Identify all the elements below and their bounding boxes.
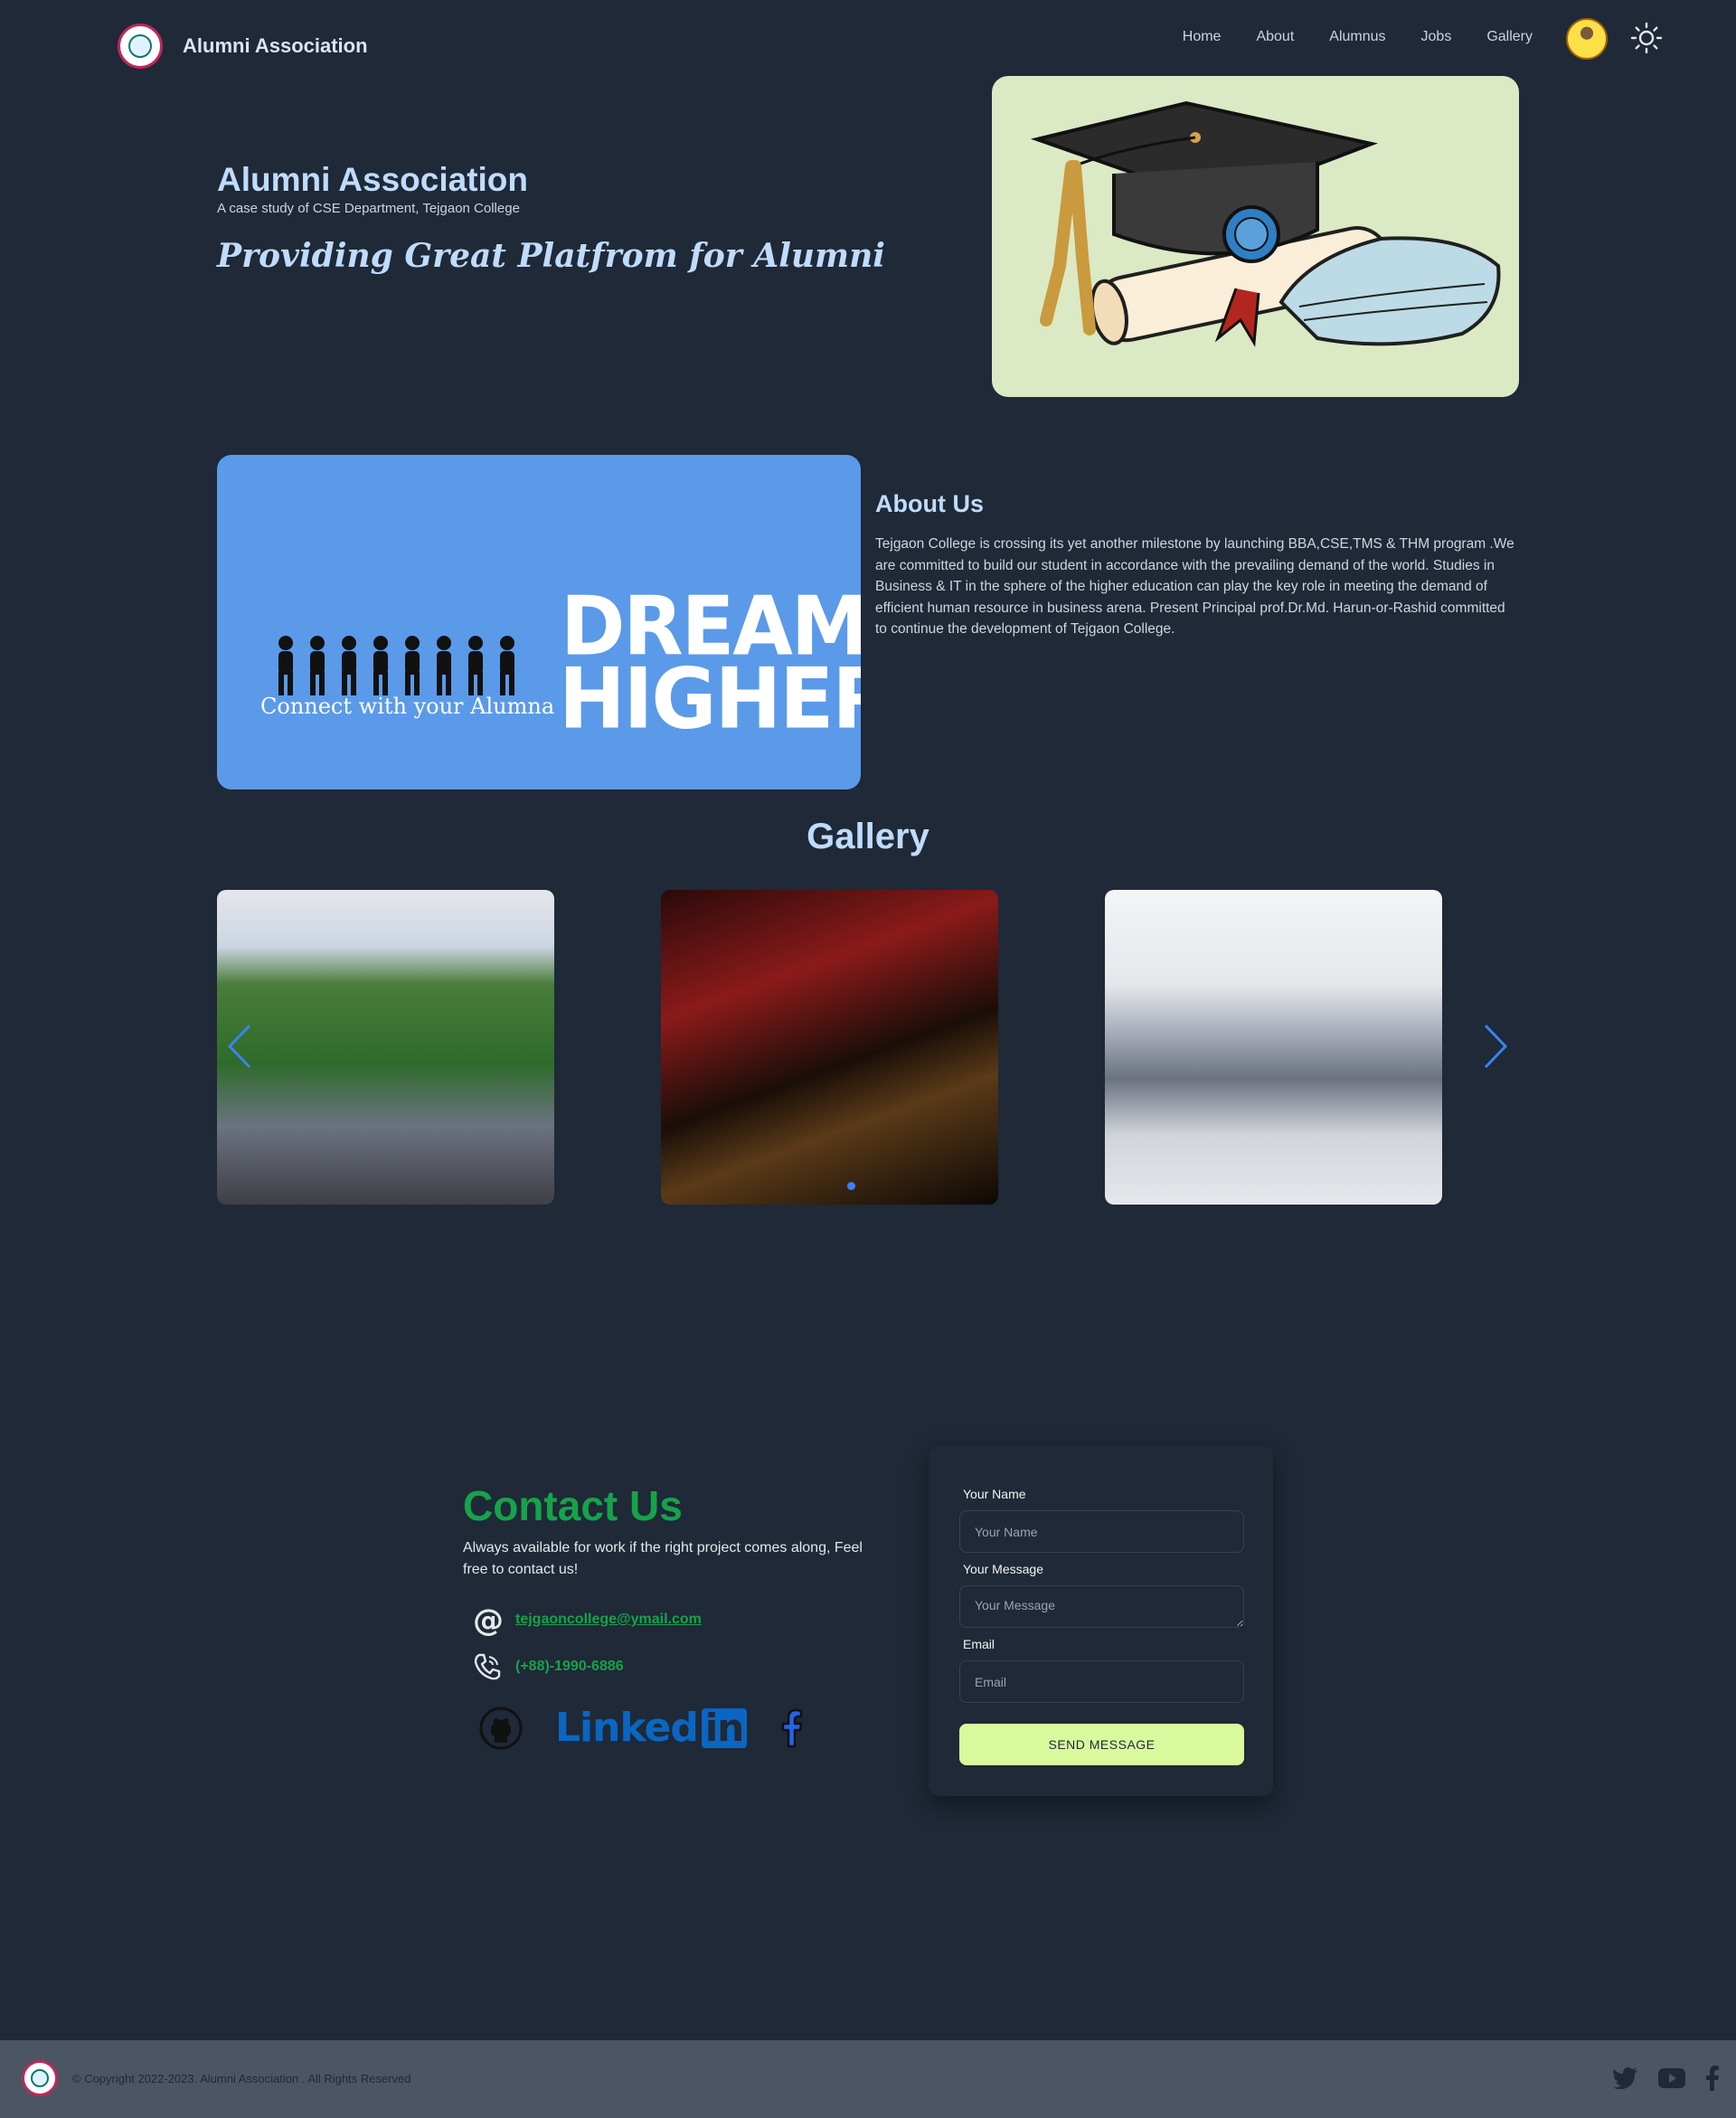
footer-social-links (1613, 2066, 1720, 2091)
footer: © Copyright 2022-2023. Alumni Associatio… (0, 2040, 1736, 2118)
gallery-image-auditorium[interactable] (1105, 890, 1442, 1205)
email-input[interactable] (959, 1660, 1244, 1703)
copyright-text: © Copyright 2022-2023. Alumni Associatio… (72, 2072, 411, 2085)
chevron-left-icon[interactable] (226, 1024, 255, 1069)
graduation-cap-illustration (992, 76, 1519, 397)
banner-caption: Connect with your Alumna (260, 694, 555, 719)
youtube-icon[interactable] (1658, 2068, 1685, 2088)
contact-description: Always available for work if the right p… (463, 1540, 863, 1577)
gallery-image-college-building[interactable] (217, 890, 554, 1205)
contact-email-link[interactable]: tejgaoncollege@ymail.com (515, 1612, 702, 1628)
about-text: Tejgaon College is crossing its yet anot… (875, 536, 1514, 638)
banner-word-higher: HIGHER (559, 649, 861, 748)
nav-gallery[interactable]: Gallery (1486, 29, 1533, 45)
contact-email-row: @ tejgaoncollege@ymail.com (472, 1603, 702, 1636)
contact-form: Your Name Your Message Email SEND MESSAG… (929, 1445, 1273, 1796)
chevron-right-icon[interactable] (1480, 1024, 1509, 1069)
nav-about[interactable]: About (1256, 29, 1294, 45)
github-icon[interactable] (479, 1707, 523, 1750)
hero-tagline: Providing Great Platfrom for Alumni (217, 237, 885, 275)
sun-icon[interactable] (1630, 22, 1663, 54)
social-links: Linked in (479, 1705, 805, 1751)
carousel-indicator[interactable] (847, 1182, 855, 1190)
gallery-image-illuminated-gate[interactable] (661, 890, 998, 1205)
twitter-icon[interactable] (1613, 2067, 1638, 2089)
linkedin-badge: in (701, 1707, 748, 1748)
nav-links: Home About Alumnus Jobs Gallery (1183, 29, 1533, 45)
gallery-title: Gallery (807, 817, 929, 856)
people-silhouettes-icon (278, 636, 514, 695)
message-textarea[interactable] (959, 1585, 1244, 1628)
user-avatar[interactable] (1566, 18, 1608, 60)
linkedin-icon[interactable]: Linked in (555, 1705, 748, 1751)
nav-alumnus[interactable]: Alumnus (1329, 29, 1385, 45)
at-sign-icon: @ (473, 1603, 503, 1636)
name-input[interactable] (959, 1510, 1244, 1553)
facebook-icon[interactable] (779, 1708, 805, 1748)
nav-jobs[interactable]: Jobs (1421, 29, 1452, 45)
name-label: Your Name (963, 1487, 1026, 1501)
hero-subtitle: A case study of CSE Department, Tejgaon … (217, 201, 520, 216)
facebook-icon-footer[interactable] (1705, 2066, 1720, 2091)
dream-higher-banner: Connect with your Alumna DREAM HIGHER (217, 455, 861, 790)
college-logo (118, 24, 163, 69)
footer-logo (22, 2060, 58, 2096)
contact-title: Contact Us (463, 1482, 683, 1529)
brand-name: Alumni Association (183, 34, 368, 57)
about-title: About Us (875, 490, 984, 517)
send-message-button[interactable]: SEND MESSAGE (959, 1724, 1244, 1765)
contact-phone-row: (+88)-1990-6886 (472, 1651, 624, 1682)
email-label: Email (963, 1637, 995, 1651)
brand-link[interactable]: Alumni Association (118, 24, 368, 69)
hero-title: Alumni Association (217, 161, 529, 198)
contact-phone: (+88)-1990-6886 (515, 1659, 624, 1674)
phone-icon (474, 1653, 501, 1680)
nav-home[interactable]: Home (1183, 29, 1222, 45)
linkedin-wordmark: Linked (555, 1705, 699, 1751)
message-label: Your Message (963, 1562, 1043, 1576)
svg-text:@: @ (473, 1603, 503, 1636)
